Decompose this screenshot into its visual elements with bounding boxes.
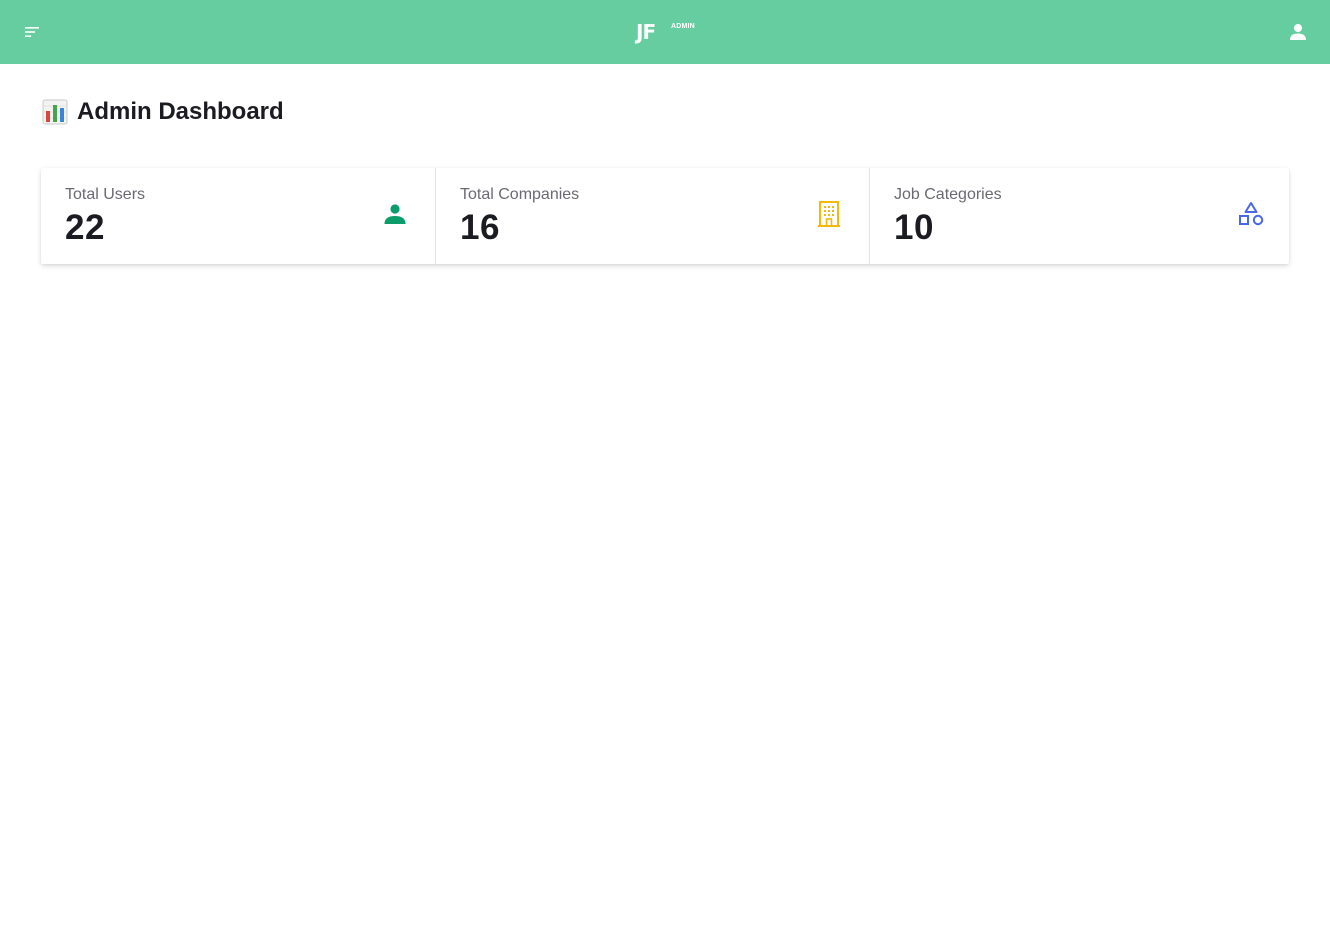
page-title-text: Admin Dashboard bbox=[77, 98, 284, 125]
stat-card-categories[interactable]: Job Categories 10 bbox=[869, 168, 1289, 264]
stat-value: 10 bbox=[894, 208, 934, 247]
building-icon bbox=[815, 200, 843, 228]
stat-card-users[interactable]: Total Users 22 bbox=[41, 168, 435, 264]
menu-icon bbox=[25, 27, 39, 37]
user-icon bbox=[1290, 24, 1306, 40]
logo-badge: ADMIN bbox=[671, 23, 695, 30]
logo-text: JF bbox=[636, 20, 656, 44]
top-app-bar: JF ADMIN bbox=[0, 0, 1330, 64]
user-icon bbox=[381, 200, 409, 228]
stat-label: Total Companies bbox=[460, 186, 580, 203]
account-button[interactable] bbox=[1284, 18, 1312, 46]
stat-label: Total Users bbox=[65, 186, 146, 203]
stat-card-companies[interactable]: Total Companies 16 bbox=[435, 168, 869, 264]
stat-label: Job Categories bbox=[894, 186, 1002, 203]
bar-chart-icon bbox=[42, 99, 68, 125]
stats-card-group: Total Users 22 Total Companies 16 Job Ca… bbox=[41, 168, 1289, 264]
menu-button[interactable] bbox=[18, 18, 46, 46]
page-title: Admin Dashboard bbox=[42, 96, 284, 128]
stat-value: 22 bbox=[65, 208, 105, 247]
stat-value: 16 bbox=[460, 208, 500, 247]
shapes-icon bbox=[1237, 200, 1265, 228]
